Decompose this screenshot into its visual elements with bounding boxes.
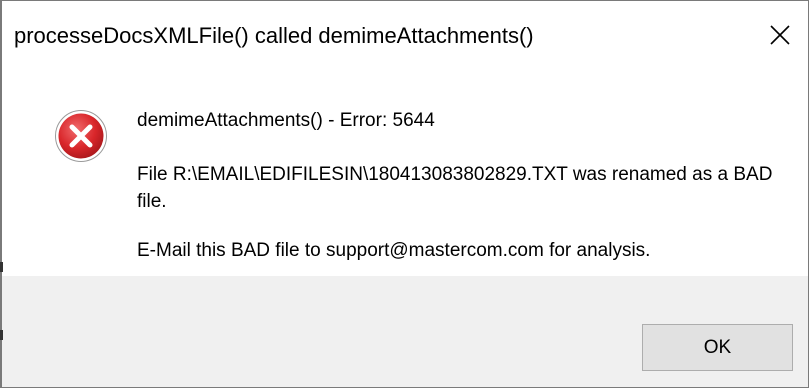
message-area: demimeAttachments() - Error: 5644 File R… [2, 71, 808, 276]
edge-mark [0, 330, 3, 340]
error-detail-renamed: File R:\EMAIL\EDIFILESIN\180413083802829… [137, 164, 773, 212]
edge-mark [0, 262, 3, 272]
error-heading: demimeAttachments() - Error: 5644 [137, 110, 435, 131]
close-button[interactable] [760, 15, 800, 55]
close-icon [770, 25, 790, 45]
window-title: processeDocsXMLFile() called demimeAttac… [14, 23, 534, 48]
button-bar: OK [2, 276, 808, 387]
title-bar[interactable]: processeDocsXMLFile() called demimeAttac… [2, 1, 808, 71]
error-dialog: processeDocsXMLFile() called demimeAttac… [0, 0, 809, 388]
error-detail-email: E-Mail this BAD file to support@masterco… [137, 240, 651, 261]
ok-button[interactable]: OK [642, 324, 793, 371]
error-icon [55, 110, 107, 162]
